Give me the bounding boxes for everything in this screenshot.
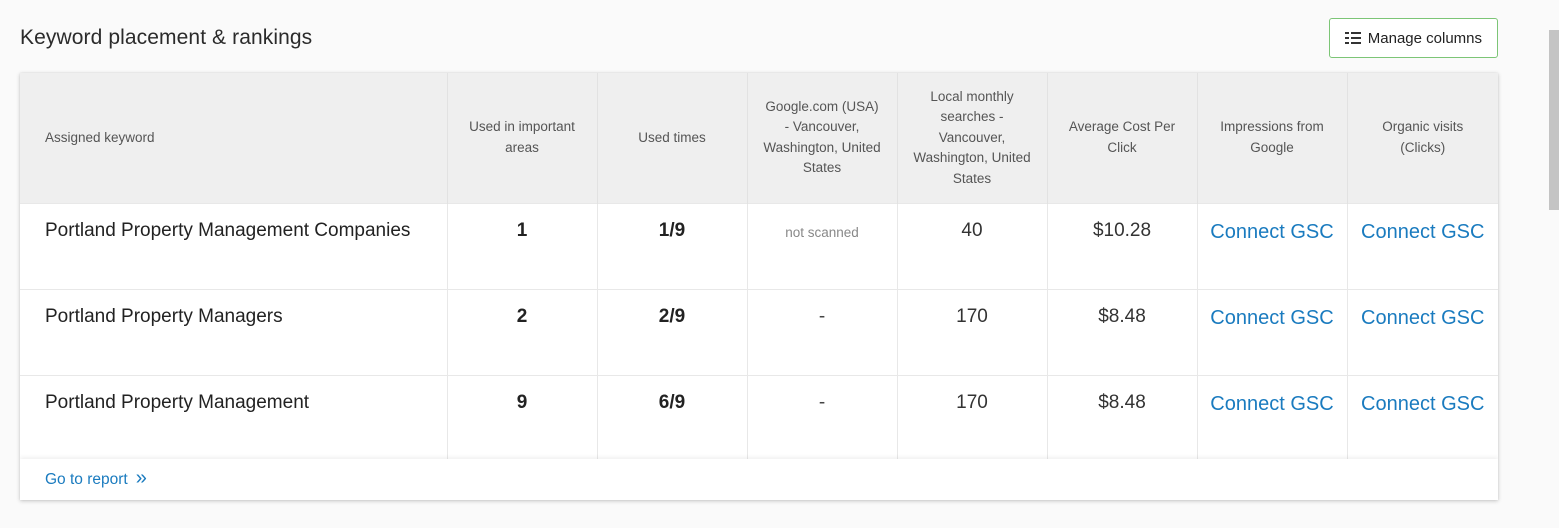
- cpc-cell: $10.28: [1047, 203, 1198, 289]
- ranking-cell: -: [747, 289, 898, 375]
- connect-gsc-link[interactable]: Connect GSC: [1210, 389, 1333, 419]
- table-row: Portland Property Managers 2 2/9 - 170 $…: [20, 289, 1498, 375]
- column-header-monthly-searches[interactable]: Local monthly searches - Vancouver, Wash…: [897, 73, 1048, 203]
- monthly-searches-cell: 170: [897, 289, 1048, 375]
- cpc-cell: $8.48: [1047, 289, 1198, 375]
- important-areas-cell: 1: [447, 203, 598, 289]
- section-title: Keyword placement & rankings: [20, 26, 313, 49]
- ranking-cell: not scanned: [747, 203, 898, 289]
- scrollbar-thumb[interactable]: [1549, 30, 1559, 210]
- page: Keyword placement & rankings Manage colu…: [0, 0, 1559, 528]
- connect-gsc-link[interactable]: Connect GSC: [1210, 303, 1333, 333]
- double-chevron-right-icon: »: [135, 466, 147, 489]
- keyword-rankings-card: Assigned keyword Used in important areas…: [20, 73, 1498, 500]
- monthly-searches-cell: 170: [897, 375, 1048, 461]
- organic-visits-cell: Connect GSC: [1347, 203, 1498, 289]
- connect-gsc-link[interactable]: Connect GSC: [1361, 217, 1484, 247]
- important-areas-cell: 2: [447, 289, 598, 375]
- column-header-cpc[interactable]: Average Cost Per Click: [1047, 73, 1198, 203]
- column-header-important-areas[interactable]: Used in important areas: [447, 73, 598, 203]
- organic-visits-cell: Connect GSC: [1347, 289, 1498, 375]
- column-header-organic-visits[interactable]: Organic visits (Clicks): [1347, 73, 1498, 203]
- column-header-google-ranking[interactable]: Google.com (USA) - Vancouver, Washington…: [747, 73, 898, 203]
- impressions-cell: Connect GSC: [1197, 289, 1348, 375]
- connect-gsc-link[interactable]: Connect GSC: [1361, 389, 1484, 419]
- ranking-cell: -: [747, 375, 898, 461]
- impressions-cell: Connect GSC: [1197, 375, 1348, 461]
- card-footer: Go to report »: [20, 459, 1498, 500]
- table-row: Portland Property Management 9 6/9 - 170…: [20, 375, 1498, 461]
- important-areas-cell: 9: [447, 375, 598, 461]
- organic-visits-cell: Connect GSC: [1347, 375, 1498, 461]
- column-header-used-times[interactable]: Used times: [597, 73, 748, 203]
- connect-gsc-link[interactable]: Connect GSC: [1361, 303, 1484, 333]
- cpc-cell: $8.48: [1047, 375, 1198, 461]
- used-times-cell: 6/9: [597, 375, 748, 461]
- keyword-cell: Portland Property Management Companies: [20, 203, 448, 289]
- used-times-cell: 2/9: [597, 289, 748, 375]
- impressions-cell: Connect GSC: [1197, 203, 1348, 289]
- columns-list-icon: [1344, 32, 1361, 44]
- table-header-row: Assigned keyword Used in important areas…: [20, 73, 1498, 203]
- keyword-cell: Portland Property Management: [20, 375, 448, 461]
- table-row: Portland Property Management Companies 1…: [20, 203, 1498, 289]
- manage-columns-label: Manage columns: [1367, 29, 1482, 47]
- column-header-keyword[interactable]: Assigned keyword: [20, 73, 448, 203]
- manage-columns-button[interactable]: Manage columns: [1328, 18, 1498, 58]
- keyword-cell: Portland Property Managers: [20, 289, 448, 375]
- go-to-report-label: Go to report: [45, 470, 128, 488]
- column-header-impressions[interactable]: Impressions from Google: [1197, 73, 1348, 203]
- used-times-cell: 1/9: [597, 203, 748, 289]
- section-header: Keyword placement & rankings Manage colu…: [20, 18, 1498, 58]
- monthly-searches-cell: 40: [897, 203, 1048, 289]
- connect-gsc-link[interactable]: Connect GSC: [1210, 217, 1333, 247]
- go-to-report-link[interactable]: Go to report »: [45, 466, 147, 489]
- keyword-table: Assigned keyword Used in important areas…: [20, 73, 1498, 461]
